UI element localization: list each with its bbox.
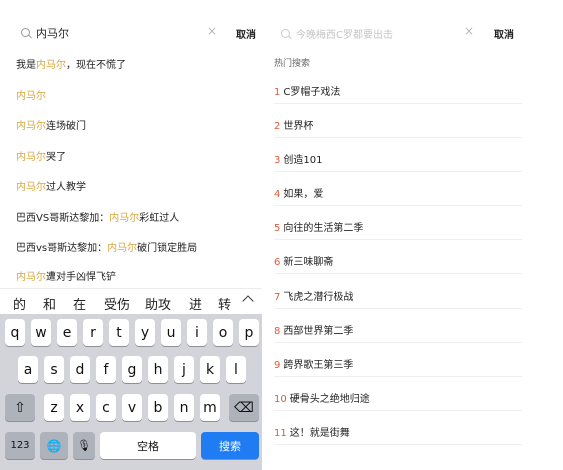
hot-search-item[interactable]: 7 飞虎之潜行极战 bbox=[274, 288, 353, 303]
divider bbox=[274, 205, 522, 206]
clear-icon[interactable]: × bbox=[207, 24, 217, 38]
search-bar[interactable]: 今晚梅西C罗都要出击 × 取消 bbox=[262, 22, 563, 44]
key-d[interactable]: d bbox=[70, 356, 90, 383]
candidate-word[interactable]: 在 bbox=[73, 294, 86, 313]
candidate-word[interactable]: 进 bbox=[189, 294, 202, 313]
hot-search-item[interactable]: 11 这！就是街舞 bbox=[274, 424, 350, 439]
key-e[interactable]: e bbox=[57, 319, 77, 346]
search-input[interactable]: 内马尔 bbox=[36, 25, 69, 41]
key-s[interactable]: s bbox=[44, 356, 64, 383]
key-r[interactable]: r bbox=[83, 319, 103, 346]
cancel-button[interactable]: 取消 bbox=[236, 26, 256, 41]
hot-search-item[interactable]: 2 世界杯 bbox=[274, 117, 313, 132]
suggestion-item[interactable]: 内马尔 bbox=[16, 87, 46, 102]
divider bbox=[274, 410, 522, 411]
key-f[interactable]: f bbox=[96, 356, 116, 383]
key-y[interactable]: y bbox=[135, 319, 155, 346]
suggestion-item[interactable]: 巴西VS哥斯达黎加：内马尔彩虹过人 bbox=[16, 209, 179, 224]
key-n[interactable]: n bbox=[174, 394, 194, 421]
suggestion-item[interactable]: 我是内马尔，现在不慌了 bbox=[16, 56, 126, 71]
suggestion-item[interactable]: 内马尔哭了 bbox=[16, 148, 66, 163]
delete-key[interactable]: ⌫ bbox=[229, 394, 259, 421]
key-t[interactable]: t bbox=[109, 319, 129, 346]
section-title: 热门搜索 bbox=[274, 59, 311, 69]
suggestion-item[interactable]: 内马尔遭对手凶悍飞铲 bbox=[16, 268, 116, 283]
key-b[interactable]: b bbox=[148, 394, 168, 421]
suggestion-item[interactable]: 内马尔过人教学 bbox=[16, 178, 86, 193]
divider bbox=[274, 273, 522, 274]
divider bbox=[274, 376, 522, 377]
divider bbox=[274, 103, 522, 104]
hot-search-item[interactable]: 3 创造101 bbox=[274, 151, 322, 166]
key-o[interactable]: o bbox=[213, 319, 233, 346]
key-c[interactable]: c bbox=[96, 394, 116, 421]
key-x[interactable]: x bbox=[70, 394, 90, 421]
chevron-up-icon[interactable] bbox=[242, 295, 254, 307]
key-h[interactable]: h bbox=[148, 356, 168, 383]
key-z[interactable]: z bbox=[44, 394, 64, 421]
candidate-bar: 的 和 在 受伤 助攻 进 转 bbox=[0, 288, 262, 315]
search-input[interactable]: 今晚梅西C罗都要出击 bbox=[296, 26, 393, 41]
clear-icon[interactable]: × bbox=[464, 24, 474, 38]
suggestion-item[interactable]: 巴西vs哥斯达黎加：内马尔破门锁定胜局 bbox=[16, 239, 197, 254]
space-key[interactable]: 空格 bbox=[100, 432, 196, 459]
hot-search-item[interactable]: 6 新三味聊斋 bbox=[274, 253, 333, 268]
search-icon bbox=[281, 29, 290, 38]
search-key[interactable]: 搜索 bbox=[201, 432, 259, 459]
keyboard: q w e r t y u i o p a s d f g h j k l ⇧ … bbox=[0, 314, 262, 470]
number-key[interactable]: 123 bbox=[5, 432, 35, 459]
key-l[interactable]: l bbox=[226, 356, 246, 383]
candidate-word[interactable]: 的 bbox=[13, 294, 26, 313]
cancel-button[interactable]: 取消 bbox=[494, 26, 514, 41]
key-k[interactable]: k bbox=[200, 356, 220, 383]
hot-search-item[interactable]: 9 跨界歌王第三季 bbox=[274, 356, 353, 371]
candidate-word[interactable]: 转 bbox=[218, 294, 231, 313]
key-j[interactable]: j bbox=[174, 356, 194, 383]
microphone-icon[interactable]: 🎙 bbox=[73, 432, 95, 459]
key-p[interactable]: p bbox=[239, 319, 259, 346]
key-a[interactable]: a bbox=[18, 356, 38, 383]
hot-search-item[interactable]: 10 硬骨头之绝地归途 bbox=[274, 390, 370, 405]
divider bbox=[274, 342, 522, 343]
hot-search-item[interactable]: 4 如果，爱 bbox=[274, 185, 323, 200]
hot-search-item[interactable]: 1 C罗帽子戏法 bbox=[274, 83, 340, 98]
key-u[interactable]: u bbox=[161, 319, 181, 346]
hot-search-screen: 今晚梅西C罗都要出击 × 取消 热门搜索 1 C罗帽子戏法 2 世界杯 3 创造101… bbox=[262, 0, 563, 470]
key-q[interactable]: q bbox=[5, 319, 25, 346]
key-v[interactable]: v bbox=[122, 394, 142, 421]
divider bbox=[274, 239, 522, 240]
divider bbox=[274, 308, 522, 309]
suggestion-item[interactable]: 内马尔连场破门 bbox=[16, 117, 86, 132]
shift-key[interactable]: ⇧ bbox=[5, 394, 35, 421]
hot-search-item[interactable]: 8 西部世界第二季 bbox=[274, 322, 353, 337]
divider bbox=[274, 171, 522, 172]
candidate-word[interactable]: 受伤 bbox=[104, 294, 130, 313]
search-icon bbox=[21, 28, 30, 37]
key-w[interactable]: w bbox=[31, 319, 51, 346]
divider bbox=[274, 137, 522, 138]
hot-search-item[interactable]: 5 向往的生活第二季 bbox=[274, 219, 363, 234]
key-i[interactable]: i bbox=[187, 319, 207, 346]
key-m[interactable]: m bbox=[200, 394, 220, 421]
globe-icon[interactable]: 🌐 bbox=[40, 432, 68, 459]
search-bar[interactable]: 内马尔 × 取消 bbox=[0, 22, 262, 44]
key-g[interactable]: g bbox=[122, 356, 142, 383]
search-results-screen: 内马尔 × 取消 我是内马尔，现在不慌了 内马尔 内马尔连场破门 内马尔哭了 内… bbox=[0, 0, 262, 470]
candidate-word[interactable]: 和 bbox=[43, 294, 56, 313]
divider bbox=[274, 444, 522, 445]
candidate-word[interactable]: 助攻 bbox=[145, 294, 171, 313]
